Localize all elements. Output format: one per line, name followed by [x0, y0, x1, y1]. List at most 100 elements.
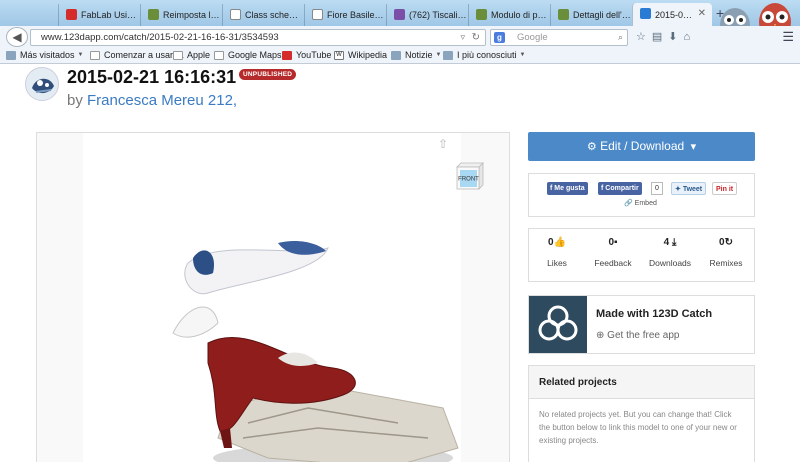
- chevron-down-icon: ▼: [519, 52, 526, 58]
- browser-tab[interactable]: Reimposta la pa…: [140, 4, 222, 26]
- author-link[interactable]: Francesca Mereu 212,: [87, 92, 237, 109]
- tweet-button[interactable]: ✦ Tweet: [671, 182, 707, 195]
- model-viewer[interactable]: ⇧ FRONT: [36, 132, 510, 462]
- page-favicon-icon: [312, 9, 323, 20]
- bookmark-star-icon[interactable]: ☆: [636, 31, 652, 43]
- folder-icon: [391, 50, 401, 60]
- embed-label: Embed: [634, 200, 657, 207]
- bookmark-item[interactable]: Apple: [173, 50, 210, 60]
- toolbar-icons: ☆▤⬇⌂: [636, 30, 696, 43]
- bookmark-item[interactable]: W Wikipedia: [334, 50, 387, 60]
- byline: by Francesca Mereu 212,: [67, 92, 237, 109]
- home-icon[interactable]: ⌂: [684, 31, 697, 43]
- facebook-share-button[interactable]: f Compartir: [598, 182, 642, 195]
- reading-list-icon[interactable]: ▤: [652, 31, 668, 43]
- url-text: www.123dapp.com/catch/2015-02-21-16-16-3…: [41, 32, 279, 43]
- embed-link[interactable]: 🔗 Embed: [624, 199, 657, 207]
- share-panel: f Me gusta f Compartir 0 ✦ Tweet Pin it …: [528, 173, 755, 217]
- twitter-icon: ✦: [675, 186, 683, 193]
- back-button[interactable]: ◀: [6, 27, 28, 47]
- reload-icon[interactable]: ↻: [472, 30, 480, 45]
- edit-download-label: Edit / Download: [600, 139, 685, 153]
- thumbs-up-icon: 👍: [553, 237, 566, 248]
- new-tab-button[interactable]: +: [716, 5, 724, 21]
- bookmark-folder[interactable]: I più conosciuti ▼: [443, 50, 526, 60]
- avatar[interactable]: [25, 67, 59, 101]
- google-icon[interactable]: g: [494, 32, 505, 43]
- share-count: 0: [651, 182, 663, 195]
- bookmark-folder[interactable]: Notizie ▼: [391, 50, 441, 60]
- download-arrow-icon[interactable]: ⬇: [668, 31, 683, 43]
- bookmark-item[interactable]: YouTube: [282, 50, 331, 60]
- tab-label: Modulo di paga…: [491, 10, 549, 20]
- page-favicon-icon: [230, 9, 241, 20]
- dropdown-arrow-icon[interactable]: ▿: [460, 30, 465, 45]
- made-with-panel: Made with 123D Catch ⊕ Get the free app: [528, 295, 755, 354]
- bookmark-folder[interactable]: Más visitados ▼: [6, 50, 83, 60]
- wikipedia-icon: W: [334, 50, 344, 60]
- bookmark-label: YouTube: [296, 50, 332, 60]
- remixes-label: Remixes: [709, 258, 743, 268]
- tab-label: 2015-02-…: [655, 9, 695, 20]
- shoe-model-render: [172, 240, 459, 462]
- bookmark-item[interactable]: Google Maps: [214, 50, 282, 60]
- home-view-icon[interactable]: ⇧: [438, 137, 448, 151]
- pin-it-button[interactable]: Pin it: [712, 182, 738, 195]
- view-cube[interactable]: FRONT: [453, 158, 487, 192]
- browser-tab[interactable]: Modulo di paga…: [468, 4, 550, 26]
- bookmark-label: Wikipedia: [348, 50, 388, 60]
- tweet-label: Tweet: [682, 186, 703, 193]
- browser-tab[interactable]: FabLab Using th…: [58, 4, 140, 26]
- comment-icon: ▪: [614, 237, 618, 248]
- browser-tab[interactable]: Class schedule …: [222, 4, 304, 26]
- mail-favicon-icon: [394, 9, 405, 20]
- browser-tab[interactable]: (762) Tiscali Ma…: [386, 4, 468, 26]
- view-cube-label: FRONT: [458, 177, 479, 183]
- facebook-like-button[interactable]: f Me gusta: [547, 182, 588, 195]
- bookmark-label: Apple: [187, 50, 211, 60]
- search-icon[interactable]: ⌕: [618, 30, 623, 45]
- viewer-canvas[interactable]: ⇧ FRONT: [83, 133, 484, 462]
- chevron-down-icon: ▼: [435, 52, 442, 58]
- edit-download-button[interactable]: ⚙ Edit / Download ▾: [528, 132, 755, 161]
- tab-label: Dettagli dell'ord…: [573, 10, 631, 20]
- stat-likes[interactable]: 0👍 Likes: [529, 229, 585, 283]
- close-tab-icon[interactable]: ✕: [698, 8, 706, 19]
- page-icon: [90, 50, 100, 60]
- caret-down-icon: ▾: [687, 141, 697, 153]
- browser-tab[interactable]: Fiore Basile @ FabAc…: [304, 4, 386, 26]
- downloads-label: Downloads: [648, 258, 692, 268]
- status-badge: UNPUBLISHED: [239, 69, 297, 80]
- related-projects-panel: Related projects No related projects yet…: [528, 365, 755, 462]
- browser-tab[interactable]: Dettagli dell'ord…: [550, 4, 632, 26]
- page-icon: [173, 50, 183, 60]
- search-input[interactable]: g Google ⌕: [490, 29, 628, 46]
- feedback-label: Feedback: [594, 258, 632, 268]
- page-content: 2015-02-21 16:16:31 UNPUBLISHED by Franc…: [0, 65, 800, 462]
- tab-bar: FabLab Using th… Reimposta la pa… Class …: [0, 0, 800, 26]
- stat-feedback[interactable]: 0▪ Feedback: [585, 229, 641, 283]
- stats-panel: 0👍 Likes 0▪ Feedback 4 ⤓ Downloads 0↻ Re…: [528, 228, 755, 282]
- browser-tab-active[interactable]: 2015-02-… ✕: [632, 3, 712, 26]
- tab-label: Class schedule …: [245, 10, 303, 20]
- avatar-image-icon: [26, 68, 58, 100]
- bookmark-item[interactable]: Comenzar a usar …: [90, 50, 185, 60]
- facebook-share-label: Compartir: [605, 185, 639, 192]
- bookmark-label: Google Maps: [228, 50, 282, 60]
- stat-downloads[interactable]: 4 ⤓ Downloads: [642, 229, 698, 283]
- page-favicon-icon: [476, 9, 487, 20]
- hamburger-menu-icon[interactable]: ☰: [782, 29, 794, 45]
- stat-remixes[interactable]: 0↻ Remixes: [698, 229, 754, 283]
- gear-icon: ⚙: [586, 141, 597, 153]
- pin-it-label: Pin it: [716, 186, 734, 193]
- page-favicon-icon: [148, 9, 159, 20]
- url-bar[interactable]: www.123dapp.com/catch/2015-02-21-16-16-3…: [30, 29, 486, 46]
- bookmark-label: I più conosciuti: [457, 50, 517, 60]
- tab-label: Fiore Basile @ FabAc…: [327, 10, 385, 20]
- bookmarks-bar: Más visitados ▼ Comenzar a usar … Apple G…: [0, 48, 800, 64]
- catch-app-logo[interactable]: [529, 296, 587, 353]
- tab-label: FabLab Using th…: [81, 10, 139, 20]
- get-app-link[interactable]: ⊕ Get the free app: [596, 330, 679, 341]
- bookmark-label: Notizie: [405, 50, 433, 60]
- autodesk-favicon-icon: [640, 8, 651, 19]
